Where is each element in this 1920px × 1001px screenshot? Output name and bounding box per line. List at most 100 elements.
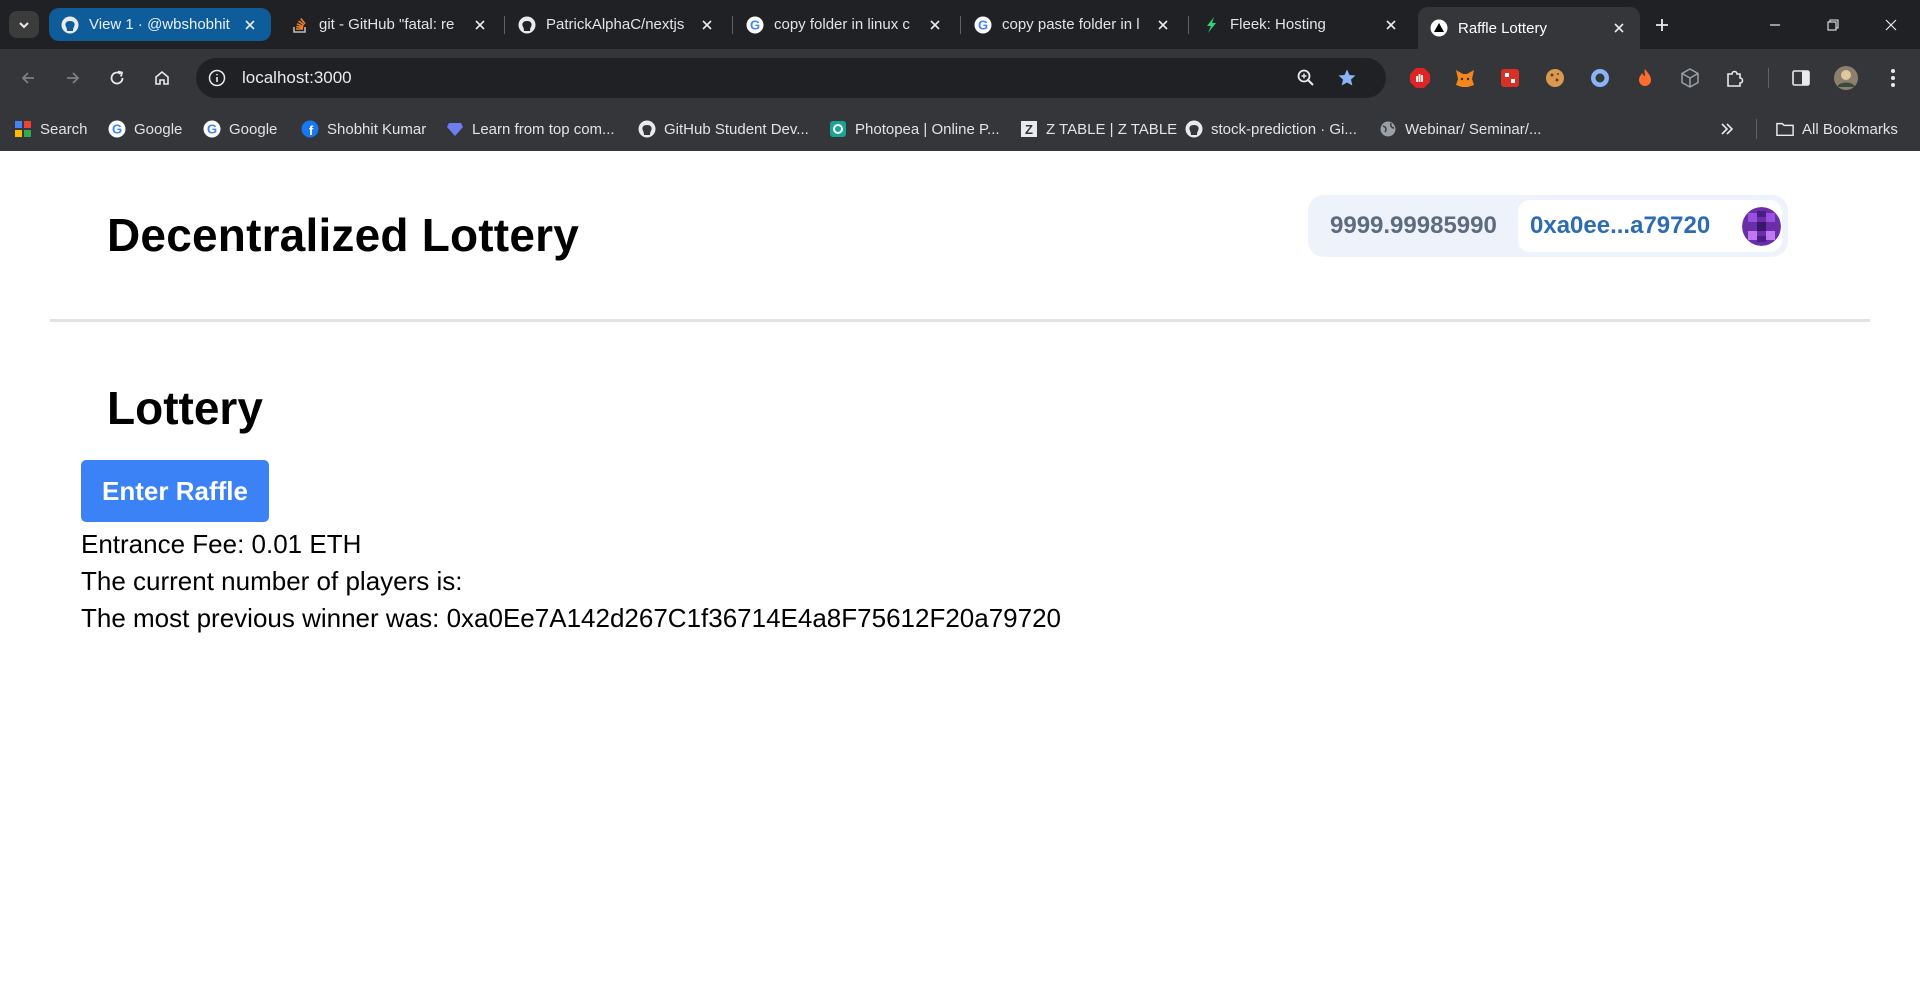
tab-google-copy-folder[interactable]: G copy folder in linux c [734, 7, 956, 42]
fleek-icon [1202, 16, 1220, 34]
double-chevron-right-icon [1721, 123, 1734, 135]
tab-search-button[interactable] [9, 11, 39, 38]
bookmark-label: stock-prediction · Gi... [1211, 120, 1357, 138]
wallet-address: 0xa0ee...a79720 [1530, 212, 1711, 239]
bookmark-star-icon[interactable] [1335, 66, 1359, 90]
tab-strip: View 1 · @wbshobhit git - GitHub "fatal:… [0, 0, 1920, 49]
tab-github-nextjs[interactable]: PatrickAlphaC/nextjs [506, 7, 728, 42]
all-bookmarks-button[interactable]: All Bookmarks [1776, 118, 1898, 140]
bookmark-label: GitHub Student Dev... [664, 120, 809, 138]
facebook-icon: f [301, 120, 319, 138]
fire-extension-icon[interactable] [1632, 65, 1658, 91]
header-divider [50, 319, 1870, 322]
globe-icon [1379, 120, 1397, 138]
restore-icon [1827, 18, 1839, 31]
close-icon[interactable] [926, 16, 944, 34]
back-button[interactable] [12, 62, 44, 94]
bookmark-stock-prediction[interactable]: stock-prediction · Gi... [1185, 118, 1357, 140]
google-icon: G [974, 16, 992, 34]
github-icon [518, 16, 536, 34]
page-content: Decentralized Lottery 9999.99985990 0xa0… [0, 151, 1920, 1001]
bookmark-google-2[interactable]: G Google [203, 118, 277, 140]
plus-icon [1656, 19, 1668, 31]
bookmark-github-student[interactable]: GitHub Student Dev... [638, 118, 809, 140]
toolbar-separator [1768, 68, 1769, 88]
bookmark-ztable[interactable]: Z Z TABLE | Z TABLE [1020, 118, 1177, 140]
minimize-button[interactable] [1746, 0, 1804, 49]
enter-raffle-button[interactable]: Enter Raffle [81, 460, 269, 522]
page-title: Decentralized Lottery [107, 209, 579, 261]
github-icon [638, 120, 656, 138]
circle-extension-icon[interactable] [1587, 65, 1613, 91]
wallet-balance: 9999.99985990 [1330, 212, 1497, 239]
bookmark-label: Z TABLE | Z TABLE [1046, 120, 1178, 138]
tab-title: View 1 · @wbshobhit [89, 16, 230, 33]
more-bookmarks-button[interactable] [1719, 118, 1735, 140]
svg-text:G: G [750, 17, 760, 32]
tab-title: git - GitHub "fatal: re [319, 16, 455, 33]
github-icon [61, 16, 79, 34]
cookie-icon[interactable] [1542, 65, 1568, 91]
address-bar[interactable]: localhost:3000 [196, 58, 1386, 98]
bookmarks-bar: Search G Google G Google f Shobhit Kumar… [0, 107, 1920, 151]
tab-separator [732, 16, 733, 34]
side-panel-icon[interactable] [1788, 65, 1814, 91]
tab-github-view[interactable]: View 1 · @wbshobhit [49, 8, 271, 41]
google-icon: G [203, 120, 221, 138]
tab-google-copy-paste[interactable]: G copy paste folder in l [962, 7, 1184, 42]
all-bookmarks-label: All Bookmarks [1802, 120, 1898, 138]
bookmark-google[interactable]: G Google [108, 118, 182, 140]
bookmark-learn[interactable]: Learn from top com... [446, 118, 615, 140]
bookmark-photopea[interactable]: Photopea | Online P... [829, 118, 1000, 140]
wallet-account[interactable]: 0xa0ee...a79720 [1518, 200, 1782, 252]
close-icon[interactable] [1154, 16, 1172, 34]
bookmark-label: Shobhit Kumar [327, 120, 427, 138]
tab-raffle-lottery[interactable]: Raffle Lottery [1418, 7, 1640, 49]
metamask-icon[interactable] [1452, 65, 1478, 91]
players-count-text: The current number of players is: [81, 566, 463, 596]
lottery-heading: Lottery [107, 382, 263, 434]
reload-button[interactable] [101, 62, 133, 94]
home-button[interactable] [146, 62, 178, 94]
tab-title: Raffle Lottery [1458, 19, 1547, 37]
url-text: localhost:3000 [242, 68, 352, 87]
restore-button[interactable] [1804, 0, 1862, 49]
wallet-connect-button[interactable]: 9999.99985990 0xa0ee...a79720 [1308, 195, 1788, 257]
bookmark-label: Photopea | Online P... [855, 120, 1000, 138]
extensions-puzzle-icon[interactable] [1722, 65, 1748, 91]
github-icon [1185, 120, 1203, 138]
forward-button[interactable] [57, 62, 89, 94]
bookmark-search[interactable]: Search [14, 118, 88, 140]
svg-text:f: f [309, 123, 314, 138]
puzzle-game-extension-icon[interactable] [1497, 65, 1523, 91]
squares-icon [14, 120, 32, 138]
tab-fleek[interactable]: Fleek: Hosting [1190, 7, 1412, 42]
home-icon [155, 70, 169, 85]
tab-title: PatrickAlphaC/nextjs [546, 16, 685, 33]
tab-separator [504, 16, 505, 34]
close-window-button[interactable] [1862, 0, 1920, 49]
bookmark-facebook[interactable]: f Shobhit Kumar [301, 118, 426, 140]
bookmark-label: Google [229, 120, 278, 138]
previous-winner-text: The most previous winner was: 0xa0Ee7A14… [81, 603, 1062, 633]
profile-avatar[interactable] [1833, 65, 1859, 91]
site-info-icon[interactable] [202, 63, 232, 93]
entrance-fee-text: Entrance Fee: 0.01 ETH [81, 529, 362, 559]
z-table-icon: Z [1020, 120, 1038, 138]
adblock-extension-icon[interactable] [1407, 65, 1433, 91]
kebab-menu-icon[interactable] [1880, 65, 1906, 91]
close-icon[interactable] [1610, 19, 1628, 37]
close-icon[interactable] [241, 16, 259, 34]
tab-separator [960, 16, 961, 34]
new-tab-button[interactable] [1648, 11, 1676, 39]
close-icon[interactable] [1382, 16, 1400, 34]
bookmark-webinar[interactable]: Webinar/ Seminar/... [1379, 118, 1541, 140]
close-icon[interactable] [698, 16, 716, 34]
close-icon[interactable] [471, 16, 489, 34]
zoom-icon[interactable] [1294, 66, 1318, 90]
tab-title: copy folder in linux c [774, 16, 910, 33]
cube-extension-icon[interactable] [1677, 65, 1703, 91]
tab-stackoverflow[interactable]: git - GitHub "fatal: re [279, 7, 501, 42]
reload-icon [110, 70, 124, 85]
tab-title: copy paste folder in l [1002, 16, 1140, 33]
